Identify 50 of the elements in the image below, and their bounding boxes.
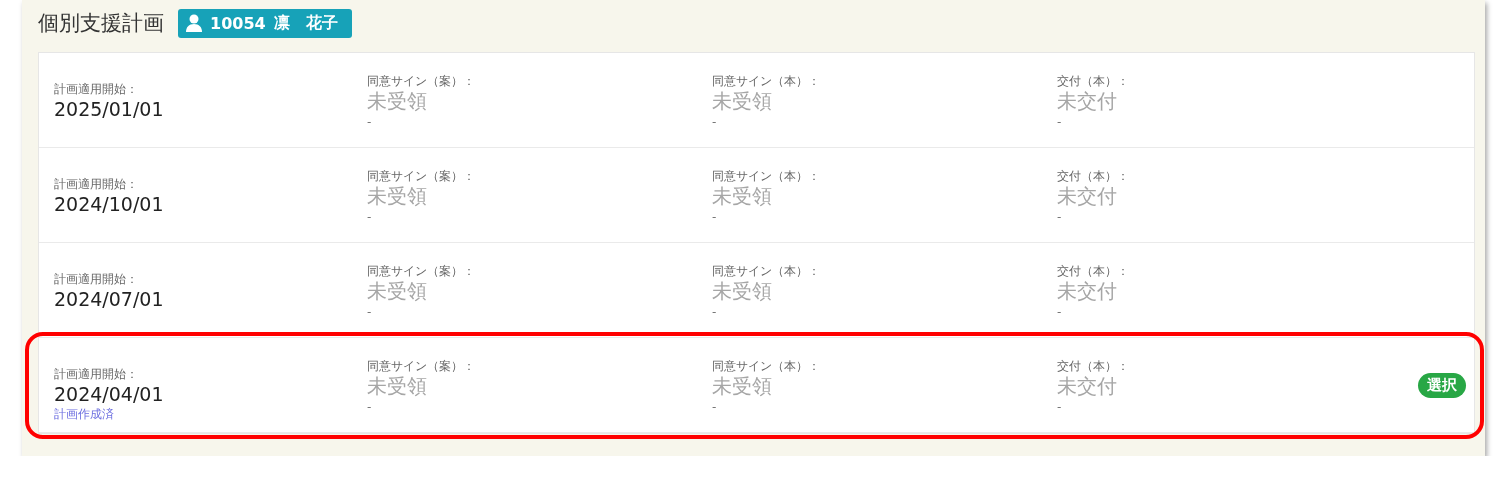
field-note: - (712, 304, 718, 321)
start-date: 2024/04/01 (54, 382, 165, 406)
start-date: 2025/01/01 (54, 97, 165, 121)
field-label: 同意サイン（案）： (367, 73, 476, 89)
field-value: 未交付 (1057, 89, 1118, 113)
field-label: 交付（本）： (1057, 263, 1130, 279)
field-label: 同意サイン（本）： (712, 358, 821, 374)
field-label: 同意サイン（本）： (712, 73, 821, 89)
select-button[interactable]: 選択 (1418, 372, 1466, 398)
field-value: 未受領 (712, 89, 773, 113)
field-label: 計画適用開始： (54, 271, 139, 287)
field-value: 未受領 (712, 184, 773, 208)
field-label: 計画適用開始： (54, 366, 139, 382)
field-label: 交付（本）： (1057, 168, 1130, 184)
start-date: 2024/10/01 (54, 192, 165, 216)
field-note: - (1057, 399, 1063, 416)
field-value: 未受領 (367, 374, 428, 398)
person-icon (186, 14, 202, 32)
field-value: 未交付 (1057, 374, 1118, 398)
field-label: 同意サイン（本）： (712, 168, 821, 184)
page-title: 個別支援計画 (38, 10, 164, 37)
field-label: 同意サイン（本）： (712, 263, 821, 279)
start-date: 2024/07/01 (54, 287, 165, 311)
field-value: 未受領 (712, 374, 773, 398)
field-label: 交付（本）： (1057, 358, 1130, 374)
field-label: 同意サイン（案）： (367, 168, 476, 184)
field-label: 交付（本）： (1057, 73, 1130, 89)
field-note: - (1057, 209, 1063, 226)
field-note: - (712, 209, 718, 226)
field-note: - (367, 209, 373, 226)
field-label: 計画適用開始： (54, 81, 139, 97)
field-note: - (367, 114, 373, 131)
field-note: - (712, 114, 718, 131)
field-value: 未交付 (1057, 279, 1118, 303)
field-note: - (1057, 304, 1063, 321)
client-id: 10054 (210, 13, 266, 33)
field-label: 同意サイン（案）： (367, 263, 476, 279)
field-value: 未受領 (367, 184, 428, 208)
field-value: 未受領 (367, 279, 428, 303)
field-value: 未受領 (367, 89, 428, 113)
field-note: - (367, 304, 373, 321)
status-text: 計画作成済 (54, 406, 115, 422)
field-note: - (1057, 114, 1063, 131)
field-note: - (712, 399, 718, 416)
field-label: 計画適用開始： (54, 176, 139, 192)
field-value: 未受領 (712, 279, 773, 303)
field-value: 未交付 (1057, 184, 1118, 208)
field-note: - (367, 399, 373, 416)
field-label: 同意サイン（案）： (367, 358, 476, 374)
client-name: 凛 花子 (273, 12, 338, 34)
